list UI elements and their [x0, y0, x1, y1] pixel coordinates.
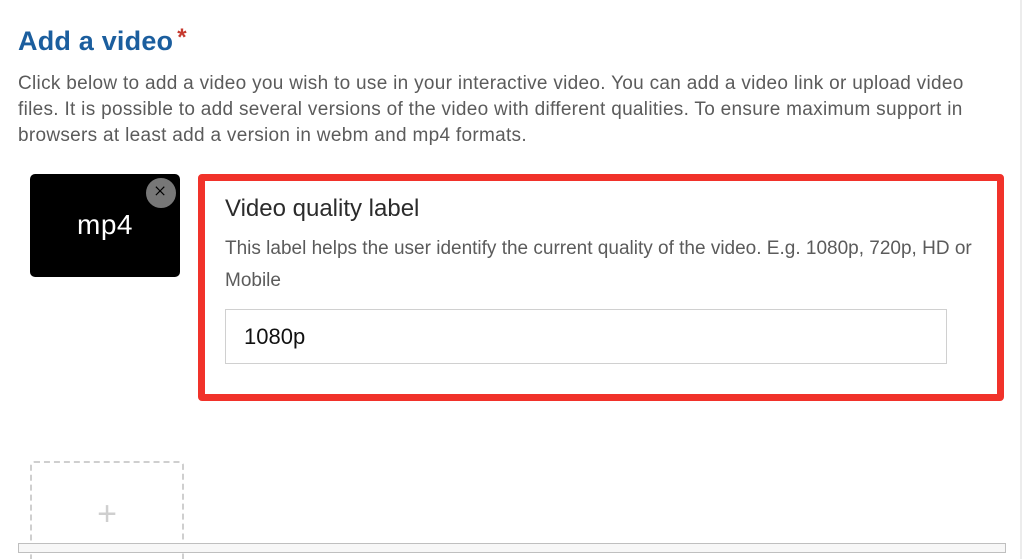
video-thumbnail[interactable]: mp4: [30, 174, 180, 277]
quality-label-input[interactable]: [225, 309, 947, 364]
plus-icon: +: [97, 495, 117, 534]
video-quality-card: Video quality label This label helps the…: [198, 174, 1004, 402]
remove-video-button[interactable]: [146, 178, 176, 208]
section-title-text: Add a video: [18, 26, 173, 56]
video-format-label: mp4: [77, 209, 133, 241]
section-help-text: Click below to add a video you wish to u…: [18, 71, 1006, 150]
close-icon: [153, 183, 169, 202]
bottom-panel-strip: [18, 543, 1006, 553]
section-title: Add a video*: [18, 26, 1006, 57]
quality-label-title: Video quality label: [225, 195, 977, 223]
required-star-icon: *: [177, 24, 187, 51]
container-right-edge: [1020, 0, 1022, 559]
quality-label-help: This label helps the user identify the c…: [225, 233, 977, 298]
